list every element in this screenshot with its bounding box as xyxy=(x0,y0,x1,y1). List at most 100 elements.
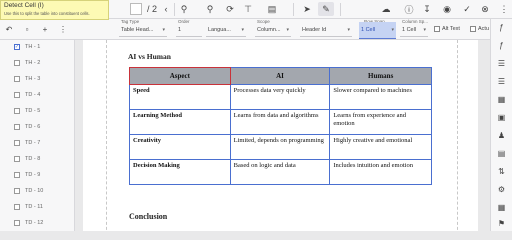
chevron-down-icon: ▾ xyxy=(391,27,394,33)
cursor-icon[interactable]: ➤ xyxy=(300,2,314,16)
chevron-down-icon: ▾ xyxy=(162,27,165,33)
settings-icon[interactable]: ⚙ xyxy=(495,183,508,196)
image-icon[interactable]: ▣ xyxy=(495,111,508,124)
function-icon[interactable]: ƒ xyxy=(495,21,508,34)
zoom-out-icon[interactable]: ⚲ xyxy=(177,2,191,16)
table-header-cell[interactable]: AI xyxy=(229,67,331,85)
table-cell[interactable]: Slower compared to machines xyxy=(329,84,432,110)
comparison-table[interactable]: Aspect AI Humans Speed Processes data ve… xyxy=(129,67,432,185)
tree-item-label: TD - 9 xyxy=(25,172,41,178)
tree-item-td-5[interactable]: TD - 5 xyxy=(14,108,40,114)
document-viewer[interactable]: AI vs Human Aspect AI Humans Speed Proce… xyxy=(75,40,490,231)
tree-item-td-8[interactable]: TD - 8 xyxy=(14,156,40,162)
list-icon[interactable]: ☰ xyxy=(495,75,508,88)
table-cell[interactable]: Based on logic and data xyxy=(229,159,331,185)
download-icon[interactable]: ↧ xyxy=(420,2,434,16)
text-style-icon[interactable]: ƒ xyxy=(495,39,508,52)
tree-item-td-12[interactable]: TD - 12 xyxy=(14,220,43,226)
tree-item-td-10[interactable]: TD - 10 xyxy=(14,188,43,194)
checkbox[interactable] xyxy=(14,156,20,162)
panel-controls: ↶ ▫ + ⋮ xyxy=(0,19,75,40)
chevron-down-icon: ▾ xyxy=(241,27,244,33)
save-icon[interactable]: ▤ xyxy=(265,2,279,16)
divider xyxy=(340,3,341,16)
tree-item-td-6[interactable]: TD - 6 xyxy=(14,124,40,130)
more-icon[interactable]: ⋮ xyxy=(498,2,510,16)
order-field[interactable]: 1 xyxy=(176,24,202,37)
eye-icon[interactable]: ◉ xyxy=(440,2,454,16)
scope-select[interactable]: Column... ▾ xyxy=(255,24,291,37)
table-icon[interactable]: ▦ xyxy=(495,93,508,106)
sort-icon[interactable]: ⇅ xyxy=(495,165,508,178)
checkbox[interactable] xyxy=(14,108,20,114)
document-page: AI vs Human Aspect AI Humans Speed Proce… xyxy=(83,40,478,231)
tree-item-th-2[interactable]: TH - 2 xyxy=(14,60,40,66)
checkbox[interactable] xyxy=(14,204,20,210)
order-value: 1 xyxy=(178,27,182,33)
checkbox[interactable] xyxy=(14,140,20,146)
row-span-select[interactable]: 1 Cell ▾ xyxy=(359,22,396,39)
help-icon[interactable]: ⓘ xyxy=(402,2,416,16)
tree-item-label: TD - 5 xyxy=(25,108,41,114)
language-select[interactable]: Langua... ▾ xyxy=(206,24,246,37)
table-cell[interactable]: Processes data very quickly xyxy=(229,84,331,110)
checkbox[interactable] xyxy=(14,76,20,82)
table-cell[interactable]: Limited, depends on programming xyxy=(229,134,331,160)
chevron-down-icon: ▾ xyxy=(286,27,289,33)
menu-icon[interactable]: ☰ xyxy=(495,57,508,70)
more-icon[interactable]: ⋮ xyxy=(54,25,72,34)
actual-text-checkbox[interactable]: Actu xyxy=(470,26,489,32)
table-cell[interactable]: Learns from data and algorithms xyxy=(229,109,331,135)
zoom-in-icon[interactable]: ⚲ xyxy=(203,2,217,16)
tag-icon[interactable]: ⚑ xyxy=(495,217,508,230)
cloud-upload-icon[interactable]: ☁ xyxy=(378,2,394,16)
tree-item-td-11[interactable]: TD - 11 xyxy=(14,204,43,210)
column-span-select[interactable]: 1 Cell ▾ xyxy=(400,24,428,37)
checkbox[interactable] xyxy=(14,60,20,66)
grid-icon[interactable]: ▦ xyxy=(495,201,508,214)
checkbox[interactable] xyxy=(14,220,20,226)
table-cell[interactable]: Includes intuition and emotion xyxy=(329,159,432,185)
pen-icon[interactable]: ✎ xyxy=(318,2,334,16)
table-cell[interactable]: Highly creative and emotional xyxy=(329,134,432,160)
page-number-input[interactable] xyxy=(130,3,142,15)
add-icon[interactable]: + xyxy=(36,25,54,34)
close-circle-icon[interactable]: ⊗ xyxy=(478,2,492,16)
tag-tree-panel: ✓ TH - 1 TH - 2 TH - 3 TD - 4 TD - 5 TD -… xyxy=(0,40,75,231)
tree-item-td-4[interactable]: TD - 4 xyxy=(14,92,40,98)
checkbox[interactable] xyxy=(14,188,20,194)
split-icon[interactable]: ⊤ xyxy=(241,2,255,16)
header-id-select[interactable]: Header Id ▾ xyxy=(300,24,352,37)
table-header-cell[interactable]: Humans xyxy=(329,67,432,85)
checkbox[interactable] xyxy=(14,124,20,130)
table-header-cell[interactable]: Aspect xyxy=(129,67,231,85)
tree-item-label: TD - 7 xyxy=(25,140,41,146)
tree-item-label: TH - 3 xyxy=(25,76,41,82)
table-row: Speed Processes data very quickly Slower… xyxy=(129,84,432,110)
accessibility-icon[interactable]: ♟ xyxy=(495,129,508,142)
table-cell[interactable]: Learns from experience and emotion xyxy=(329,109,432,135)
conclusion-heading: Conclusion xyxy=(129,212,168,221)
tree-item-th-1[interactable]: ✓ TH - 1 xyxy=(14,44,40,50)
delete-icon[interactable]: ▫ xyxy=(18,25,36,34)
checkbox[interactable] xyxy=(14,92,20,98)
undo-icon[interactable]: ↶ xyxy=(0,25,18,34)
table-cell[interactable]: Speed xyxy=(129,84,231,110)
tag-type-select[interactable]: Table Head... ▾ xyxy=(119,24,167,37)
table-cell[interactable]: Decision Making xyxy=(129,159,231,185)
right-sidebar: ƒ ƒ ☰ ☰ ▦ ▣ ♟ ▤ ⇅ ⚙ ▦ ⚑ xyxy=(491,19,512,231)
document-icon[interactable]: ▤ xyxy=(495,147,508,160)
tooltip-description: Use this to split the table into constit… xyxy=(4,11,90,16)
checkbox[interactable] xyxy=(14,172,20,178)
table-cell[interactable]: Creativity xyxy=(129,134,231,160)
check-icon[interactable]: ✓ xyxy=(14,44,20,50)
tree-item-td-9[interactable]: TD - 9 xyxy=(14,172,40,178)
tree-item-label: TH - 2 xyxy=(25,60,41,66)
chevron-left-icon[interactable]: ‹ xyxy=(160,2,172,16)
tree-item-td-7[interactable]: TD - 7 xyxy=(14,140,40,146)
tree-item-th-3[interactable]: TH - 3 xyxy=(14,76,40,82)
rotate-icon[interactable]: ⟳ xyxy=(223,2,237,16)
table-cell[interactable]: Learning Method xyxy=(129,109,231,135)
check-circle-icon[interactable]: ✓ xyxy=(460,2,474,16)
alt-text-checkbox[interactable]: Alt Text xyxy=(434,26,460,32)
